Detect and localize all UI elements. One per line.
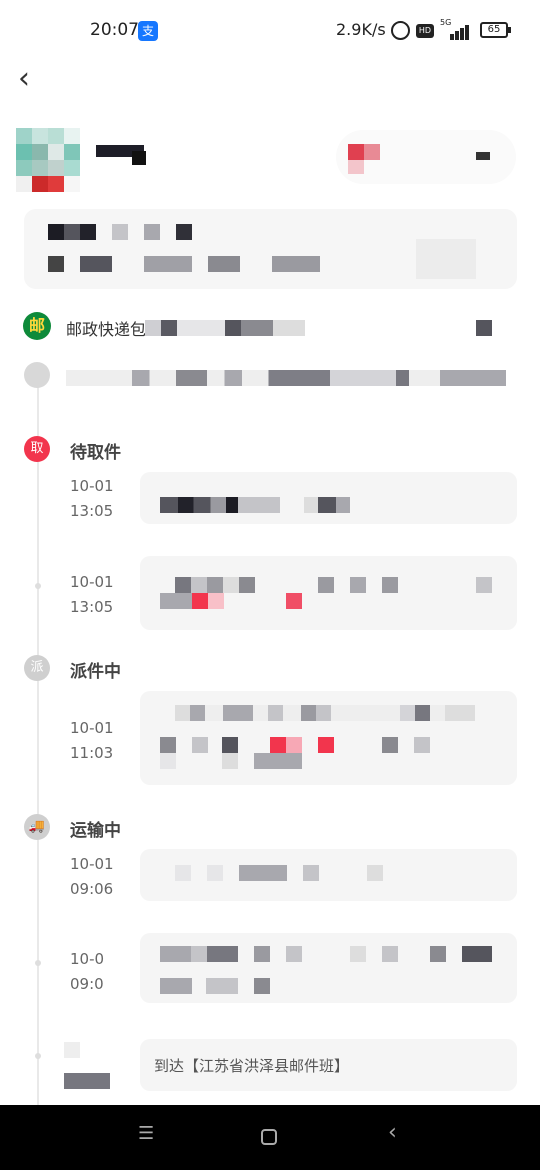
- event-time: 13:05: [70, 502, 114, 520]
- event-time: 09:0: [70, 975, 104, 993]
- event-card[interactable]: [140, 472, 517, 524]
- event-date: 10-01: [70, 477, 114, 495]
- header-action-pill[interactable]: [336, 130, 516, 184]
- signal-label: 5G: [440, 18, 452, 27]
- event-card[interactable]: [140, 556, 517, 630]
- event-time: 09:06: [70, 880, 114, 898]
- event-timestamp: 10-01 13:05: [70, 474, 140, 524]
- status-bar: 20:07 支 2.9K/s HD 5G 65: [0, 0, 540, 62]
- pickup-icon: 取: [24, 436, 50, 462]
- timeline-dot: [35, 583, 41, 589]
- event-timestamp: 10-01 09:06: [70, 852, 140, 902]
- signal-bar: [460, 28, 464, 40]
- stage-label-dispatching: 派件中: [70, 662, 121, 682]
- event-time: 13:05: [70, 598, 114, 616]
- event-description: 到达【江苏省洪泽县邮件班】: [154, 1057, 350, 1075]
- menu-icon[interactable]: ☰: [138, 1125, 156, 1143]
- event-date: 10-0: [70, 950, 105, 968]
- event-timestamp-redacted: [64, 1073, 110, 1089]
- timeline-dot: [35, 1053, 41, 1059]
- timeline-dot: [35, 960, 41, 966]
- event-card[interactable]: [140, 933, 517, 1003]
- stage-label-pending-pickup: 待取件: [70, 443, 121, 463]
- header-title-redacted: [96, 145, 156, 165]
- signed-icon: [24, 362, 50, 388]
- recipient-card[interactable]: [24, 209, 517, 289]
- hd-icon: HD: [416, 24, 434, 38]
- event-timestamp: 10-01 11:03: [70, 716, 140, 766]
- event-card[interactable]: [140, 691, 517, 785]
- event-date: 10-01: [70, 573, 114, 591]
- event-timestamp: 10-0 09:0: [70, 947, 140, 997]
- dispatch-icon: 派: [24, 655, 50, 681]
- signal-bar: [450, 34, 454, 40]
- tracking-number-redacted: [145, 320, 305, 336]
- stage-label-in-transit: 运输中: [70, 821, 121, 841]
- truck-icon: 🚚: [24, 814, 50, 840]
- event-date: 10-01: [70, 855, 114, 873]
- timeline-track: [37, 385, 39, 1105]
- avatar[interactable]: [16, 128, 80, 192]
- alarm-icon: [391, 21, 410, 40]
- copy-icon[interactable]: [476, 320, 492, 336]
- home-icon[interactable]: [261, 1129, 277, 1145]
- battery-icon: 65: [480, 22, 511, 38]
- event-timestamp: 10-01 13:05: [70, 570, 140, 620]
- post-office-icon: 邮: [23, 312, 51, 340]
- alipay-icon: 支: [138, 21, 158, 41]
- event-card[interactable]: [140, 849, 517, 901]
- clock: 20:07: [90, 20, 139, 40]
- event-time: 11:03: [70, 744, 114, 762]
- signal-bar: [465, 25, 469, 40]
- receipt-info-redacted: [66, 370, 506, 386]
- system-back-icon[interactable]: ‹: [388, 1122, 397, 1144]
- signal-icon: 5G: [440, 18, 472, 40]
- event-timestamp-redacted: [64, 1042, 80, 1058]
- event-date: 10-01: [70, 719, 114, 737]
- signal-bar: [455, 31, 459, 40]
- carrier-name[interactable]: 邮政快递包: [66, 316, 146, 340]
- back-button[interactable]: ‹: [18, 64, 48, 94]
- network-speed: 2.9K/s: [336, 20, 386, 39]
